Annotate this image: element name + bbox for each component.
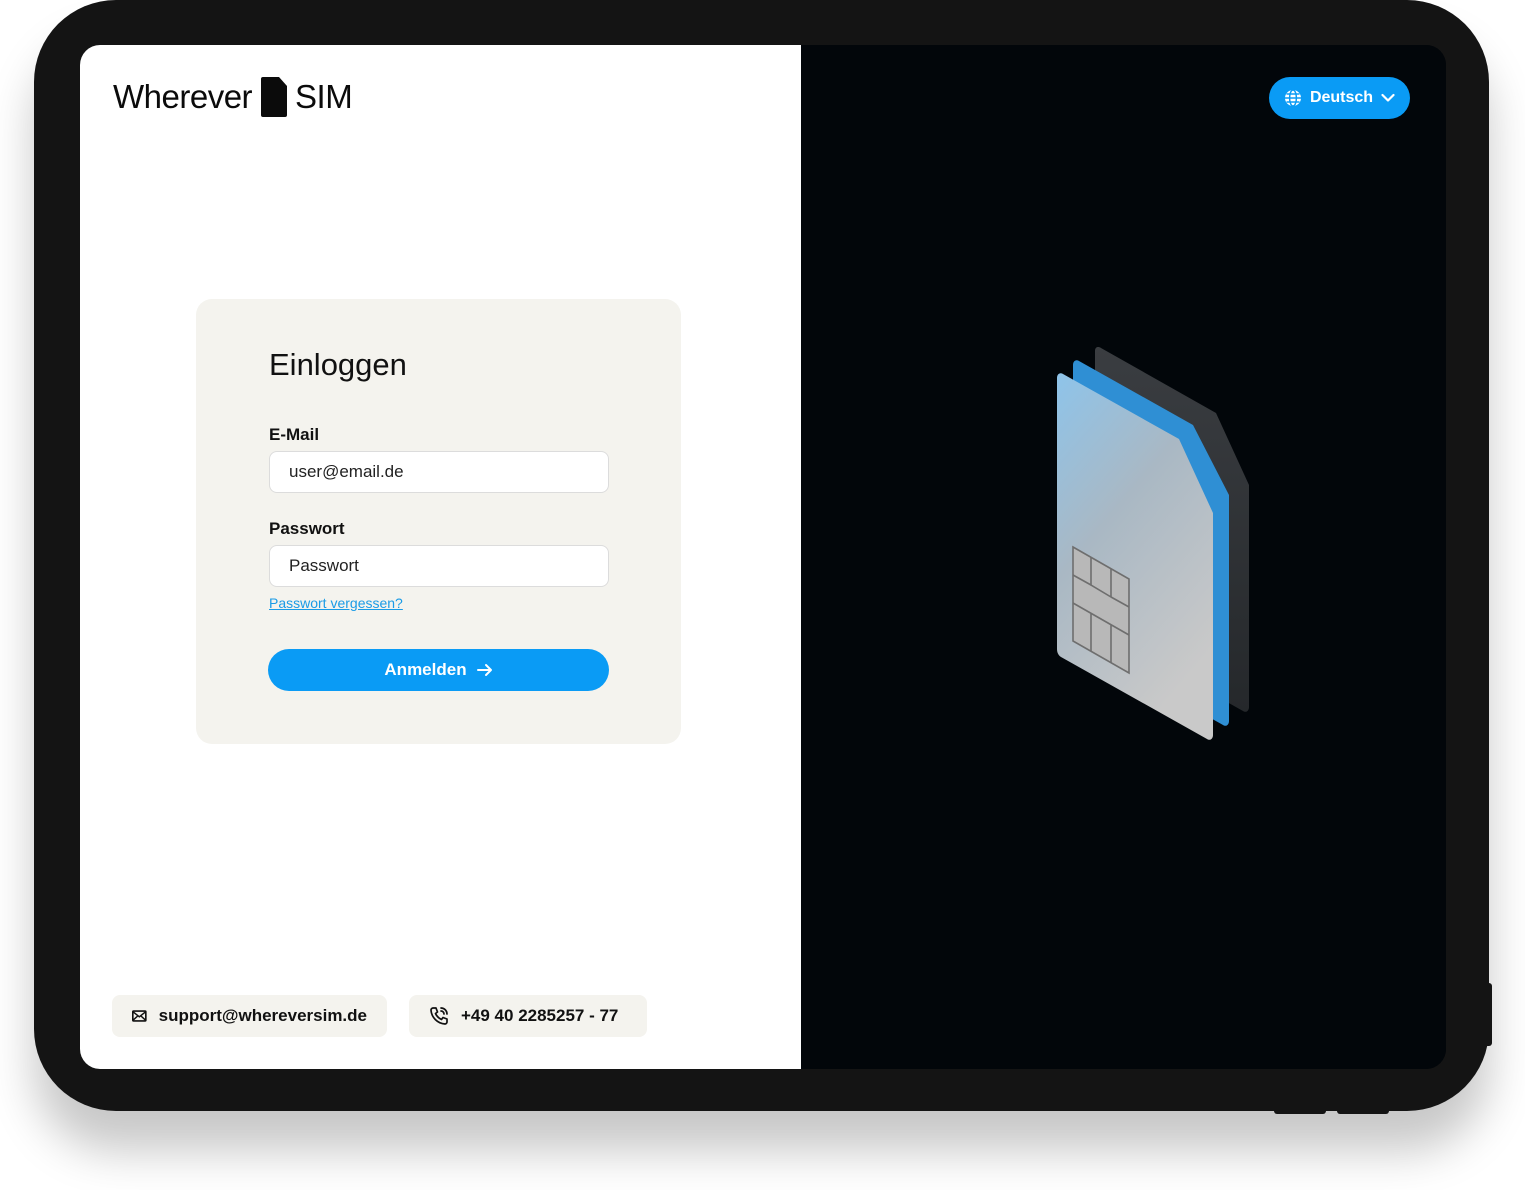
login-title: Einloggen <box>269 347 407 382</box>
login-pane: Wherever SIM Einloggen E-Mail Passwort P… <box>80 45 801 1069</box>
brand-name-left: Wherever <box>113 78 253 115</box>
globe-icon <box>1284 89 1301 107</box>
chevron-down-icon <box>1381 93 1395 102</box>
password-label: Passwort <box>269 519 345 538</box>
sim-card-illustration <box>1057 347 1249 740</box>
login-button-label: Anmelden <box>384 660 467 679</box>
login-button[interactable]: Anmelden <box>268 649 609 691</box>
tablet-bottom-button <box>1337 1108 1389 1114</box>
arrow-right-icon <box>476 664 492 676</box>
email-field[interactable] <box>269 451 609 493</box>
illustration-pane: Deutsch <box>801 45 1446 1069</box>
forgot-password-link[interactable]: Passwort vergessen? <box>269 595 403 611</box>
support-email-text: support@whereversim.de <box>158 1006 367 1025</box>
tablet-bottom-button <box>1274 1108 1326 1114</box>
language-label: Deutsch <box>1309 89 1374 106</box>
screen: Wherever SIM Einloggen E-Mail Passwort P… <box>80 45 1446 1069</box>
brand-logo[interactable]: Wherever SIM <box>113 77 353 117</box>
support-phone-text: +49 40 2285257 - 77 <box>461 1006 619 1025</box>
tablet-side-button <box>1485 983 1492 1046</box>
support-phone-chip[interactable]: +49 40 2285257 - 77 <box>409 995 647 1037</box>
language-selector[interactable]: Deutsch <box>1269 77 1410 119</box>
sim-card-icon <box>261 77 288 117</box>
login-card: Einloggen E-Mail Passwort Passwort verge… <box>196 299 681 744</box>
brand-name-right: SIM <box>295 78 353 115</box>
password-field[interactable] <box>269 545 609 587</box>
mail-icon <box>132 1010 147 1022</box>
phone-icon <box>430 1007 448 1025</box>
support-email-chip[interactable]: support@whereversim.de <box>112 995 387 1037</box>
email-label: E-Mail <box>269 425 320 444</box>
